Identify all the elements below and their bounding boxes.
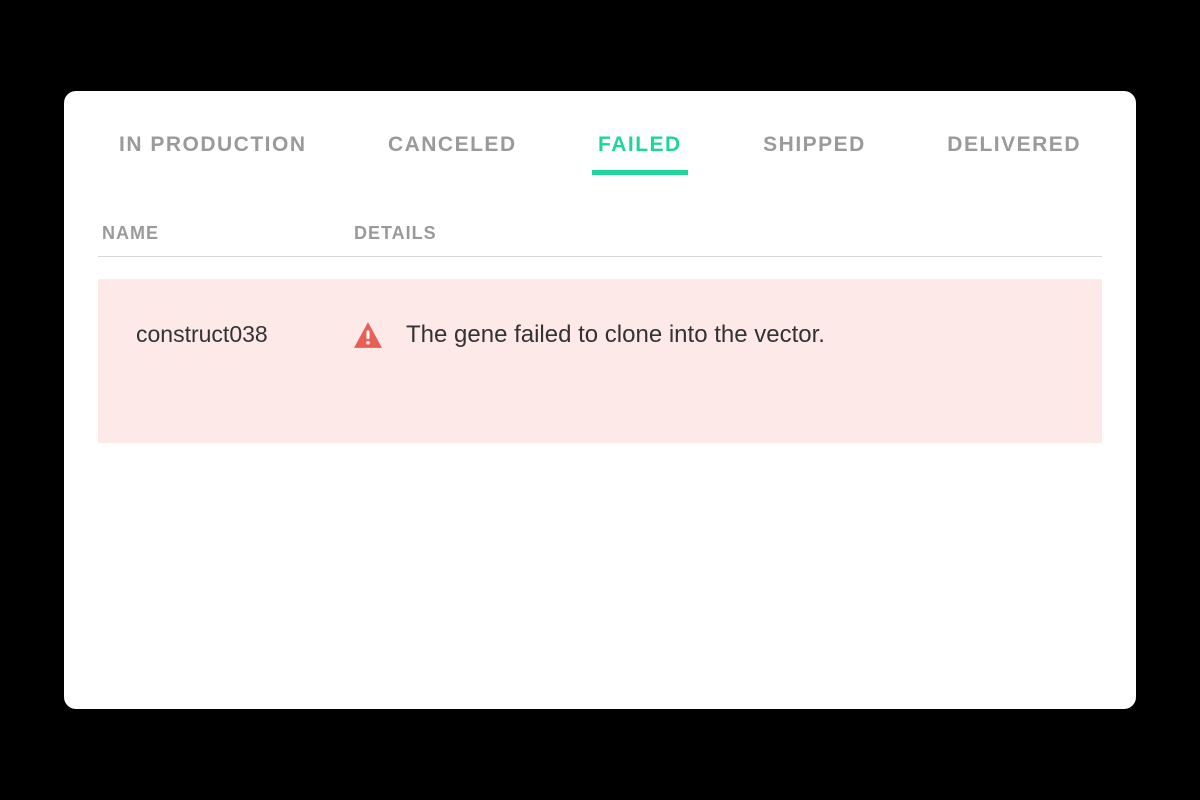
row-name: construct038	[136, 321, 268, 347]
warning-icon	[354, 322, 382, 348]
tab-failed[interactable]: FAILED	[598, 121, 682, 175]
column-header-name: NAME	[102, 223, 159, 243]
status-card: IN PRODUCTION CANCELED FAILED SHIPPED DE…	[64, 91, 1136, 709]
tab-canceled[interactable]: CANCELED	[388, 121, 517, 175]
table-header: NAME DETAILS	[98, 223, 1102, 257]
tab-delivered[interactable]: DELIVERED	[947, 121, 1081, 175]
table-row[interactable]: construct038 The gene failed to clone in…	[98, 279, 1102, 443]
tab-in-production[interactable]: IN PRODUCTION	[119, 121, 307, 175]
column-header-details: DETAILS	[354, 223, 437, 243]
row-details: The gene failed to clone into the vector…	[354, 321, 1102, 349]
row-details-text: The gene failed to clone into the vector…	[406, 321, 825, 349]
table-body: construct038 The gene failed to clone in…	[98, 257, 1102, 443]
tabs-bar: IN PRODUCTION CANCELED FAILED SHIPPED DE…	[64, 121, 1136, 175]
table: NAME DETAILS construct038	[64, 223, 1136, 443]
tab-shipped[interactable]: SHIPPED	[763, 121, 866, 175]
